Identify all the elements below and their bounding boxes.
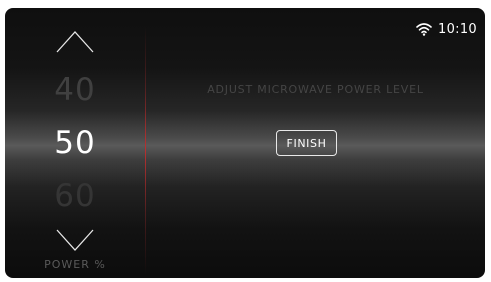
- power-option-next[interactable]: 60: [5, 178, 145, 214]
- power-unit-label: POWER %: [44, 258, 106, 271]
- display-screen: 40 50 60 POWER % 10:10 ADJUST MICROWAVE …: [5, 8, 485, 278]
- chevron-up-icon[interactable]: [55, 24, 95, 54]
- chevron-down-icon[interactable]: [55, 226, 95, 256]
- power-option-selected[interactable]: 50: [5, 125, 145, 161]
- instruction-text: ADJUST MICROWAVE POWER LEVEL: [207, 83, 424, 96]
- power-level-picker[interactable]: 40 50 60 POWER %: [5, 8, 145, 278]
- column-divider: [145, 26, 146, 274]
- finish-button[interactable]: FINISH: [276, 130, 337, 156]
- wifi-icon: [416, 22, 432, 36]
- power-option-previous[interactable]: 40: [5, 72, 145, 108]
- status-bar: 10:10: [416, 20, 477, 38]
- clock-time: 10:10: [438, 21, 477, 37]
- microwave-display: 40 50 60 POWER % 10:10 ADJUST MICROWAVE …: [0, 0, 491, 282]
